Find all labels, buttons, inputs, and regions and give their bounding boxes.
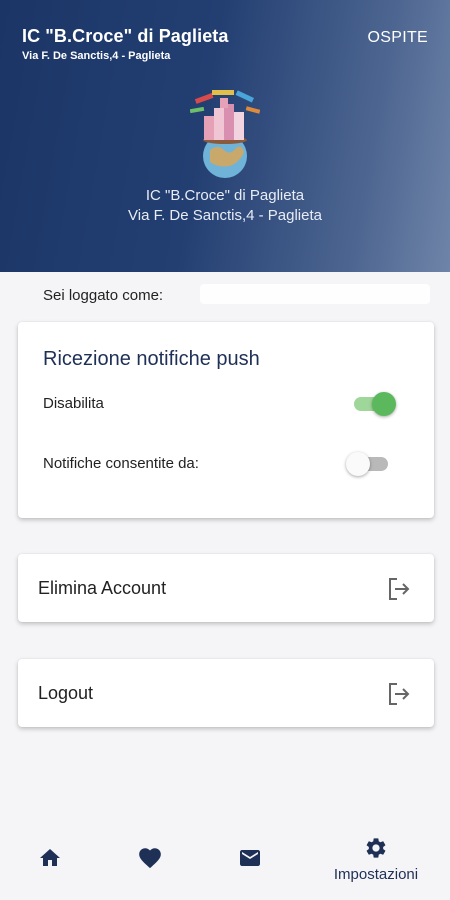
- delete-account-button[interactable]: Elimina Account: [18, 554, 434, 622]
- home-icon: [40, 849, 60, 866]
- logged-user-value: [200, 284, 430, 304]
- guest-button[interactable]: OSPITE: [368, 29, 428, 47]
- nav-messages[interactable]: [220, 822, 280, 900]
- disable-label: Disabilita: [43, 395, 104, 412]
- allowed-from-toggle[interactable]: [346, 450, 392, 476]
- logged-as-label: Sei loggato come:: [43, 287, 164, 304]
- nav-settings[interactable]: Impostazioni: [316, 822, 436, 900]
- school-logo: [190, 90, 260, 178]
- bottom-navigation: Impostazioni: [0, 822, 450, 900]
- school-name: IC "B.Croce" di Paglieta: [145, 187, 305, 204]
- header-banner: IC "B.Croce" di Paglieta Via F. De Sanct…: [0, 0, 450, 272]
- delete-account-label: Elimina Account: [38, 578, 167, 598]
- app-bar: IC "B.Croce" di Paglieta Via F. De Sanct…: [0, 0, 450, 72]
- toggle-thumb: [372, 392, 396, 416]
- nav-settings-label: Impostazioni: [333, 866, 419, 883]
- app-title: IC "B.Croce" di Paglieta: [22, 26, 229, 46]
- push-notifications-card: Ricezione notifiche push Disabilita Noti…: [18, 322, 434, 518]
- push-notifications-title: Ricezione notifiche push: [43, 348, 260, 370]
- nav-favorites[interactable]: [120, 822, 180, 900]
- nav-home[interactable]: [20, 822, 80, 900]
- logout-arrow-icon: [389, 578, 410, 600]
- app-subtitle: Via F. De Sanctis,4 - Paglieta: [22, 50, 171, 62]
- toggle-thumb: [346, 452, 370, 476]
- allowed-from-label: Notifiche consentite da:: [43, 455, 199, 472]
- school-address: Via F. De Sanctis,4 - Paglieta: [128, 207, 322, 224]
- disable-toggle[interactable]: [350, 390, 396, 416]
- logout-label: Logout: [38, 683, 94, 703]
- logout-button[interactable]: Logout: [18, 659, 434, 727]
- gear-icon: [366, 838, 386, 858]
- heart-icon: [139, 848, 161, 869]
- logout-arrow-icon: [389, 683, 410, 705]
- mail-icon: [240, 850, 260, 866]
